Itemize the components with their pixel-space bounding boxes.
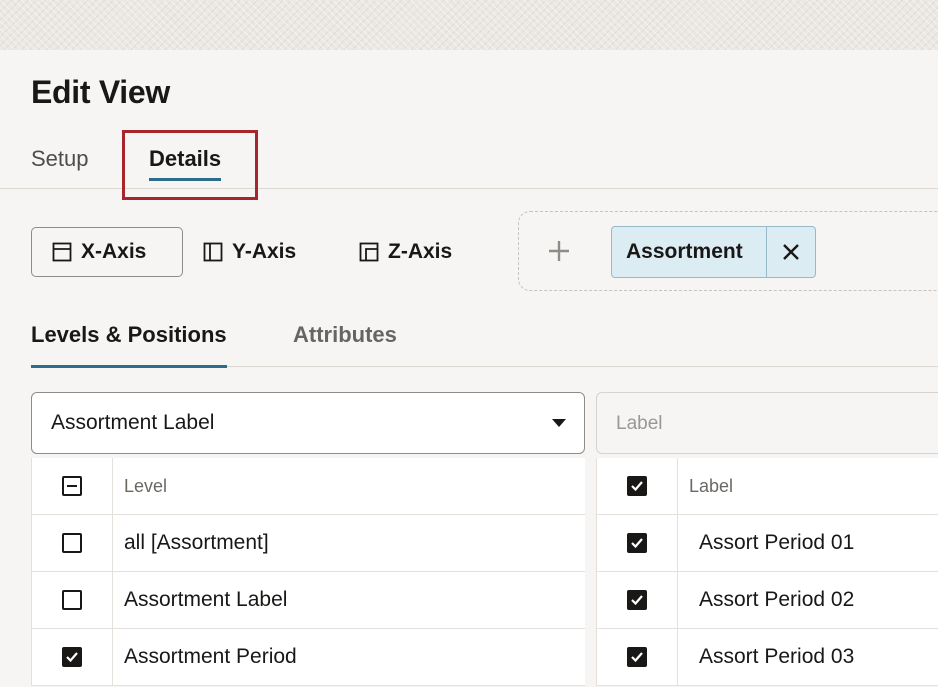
z-axis-label: Z-Axis [388, 240, 453, 263]
x-axis-label: X-Axis [81, 240, 147, 263]
x-axis-icon [52, 242, 72, 262]
tab-levels-positions[interactable]: Levels & Positions [31, 322, 227, 368]
row-checkbox[interactable] [627, 647, 647, 667]
checkmark-icon [631, 538, 643, 549]
row-checkbox-cell [32, 629, 113, 685]
levels-table: Level all [Assortment] Assortment Label … [31, 458, 585, 686]
level-name: Assortment Label [124, 588, 288, 611]
level-column-header: Level [124, 475, 168, 496]
level-name: all [Assortment] [124, 531, 269, 554]
table-row[interactable]: Assortment Label [31, 572, 585, 629]
header-checkbox-cell [32, 458, 113, 514]
z-axis-icon [359, 242, 379, 262]
y-axis-icon [203, 242, 223, 262]
tab-setup[interactable]: Setup [31, 146, 89, 172]
table-row[interactable]: Assort Period 02 [596, 572, 938, 629]
table-row[interactable]: Assortment Period [31, 629, 585, 686]
main-tab-bar: Setup Details [0, 130, 938, 189]
y-axis-button[interactable]: Y-Axis [203, 227, 328, 277]
indeterminate-icon [67, 485, 77, 487]
label-filter-input[interactable]: Label [596, 392, 938, 454]
labels-table-header: Label [596, 458, 938, 515]
checkmark-icon [631, 652, 643, 663]
chip-label: Assortment [626, 240, 743, 263]
tab-attributes[interactable]: Attributes [293, 322, 397, 348]
level-name: Assortment Period [124, 645, 297, 668]
position-label: Assort Period 01 [699, 531, 855, 554]
labels-table: Label Assort Period 01 Assort Period 02 [596, 458, 938, 686]
sub-tab-bar: Levels & Positions Attributes [31, 312, 938, 368]
page-title: Edit View [31, 74, 170, 110]
select-all-levels-checkbox[interactable] [62, 476, 82, 496]
plus-icon[interactable] [545, 237, 573, 265]
levels-table-header: Level [31, 458, 585, 515]
row-checkbox[interactable] [627, 533, 647, 553]
x-axis-button[interactable]: X-Axis [31, 227, 183, 277]
dimension-chip-assortment[interactable]: Assortment [611, 226, 816, 278]
page-header-band [0, 0, 938, 50]
z-axis-button[interactable]: Z-Axis [359, 227, 484, 277]
table-row[interactable]: Assort Period 01 [596, 515, 938, 572]
row-checkbox[interactable] [62, 590, 82, 610]
close-icon [783, 244, 799, 260]
caret-down-icon [552, 419, 566, 427]
label-filter-placeholder: Label [616, 413, 663, 434]
checkmark-icon [66, 652, 78, 663]
position-label: Assort Period 02 [699, 588, 855, 611]
checkmark-icon [631, 595, 643, 606]
table-row[interactable]: all [Assortment] [31, 515, 585, 572]
row-checkbox[interactable] [62, 647, 82, 667]
chip-remove-button[interactable] [767, 227, 815, 277]
tab-details[interactable]: Details [149, 146, 222, 181]
row-checkbox[interactable] [62, 533, 82, 553]
header-checkbox-cell [597, 458, 678, 514]
y-axis-label: Y-Axis [232, 240, 297, 263]
checkmark-icon [631, 481, 643, 492]
row-checkbox-cell [32, 572, 113, 628]
row-checkbox[interactable] [627, 590, 647, 610]
row-checkbox-cell [597, 572, 678, 628]
label-column-header: Label [689, 475, 734, 496]
table-row[interactable]: Assort Period 03 [596, 629, 938, 686]
row-checkbox-cell [597, 515, 678, 571]
level-select-value: Assortment Label [51, 411, 215, 434]
row-checkbox-cell [597, 629, 678, 685]
position-label: Assort Period 03 [699, 645, 855, 668]
level-select[interactable]: Assortment Label [31, 392, 585, 454]
select-all-labels-checkbox[interactable] [627, 476, 647, 496]
row-checkbox-cell [32, 515, 113, 571]
